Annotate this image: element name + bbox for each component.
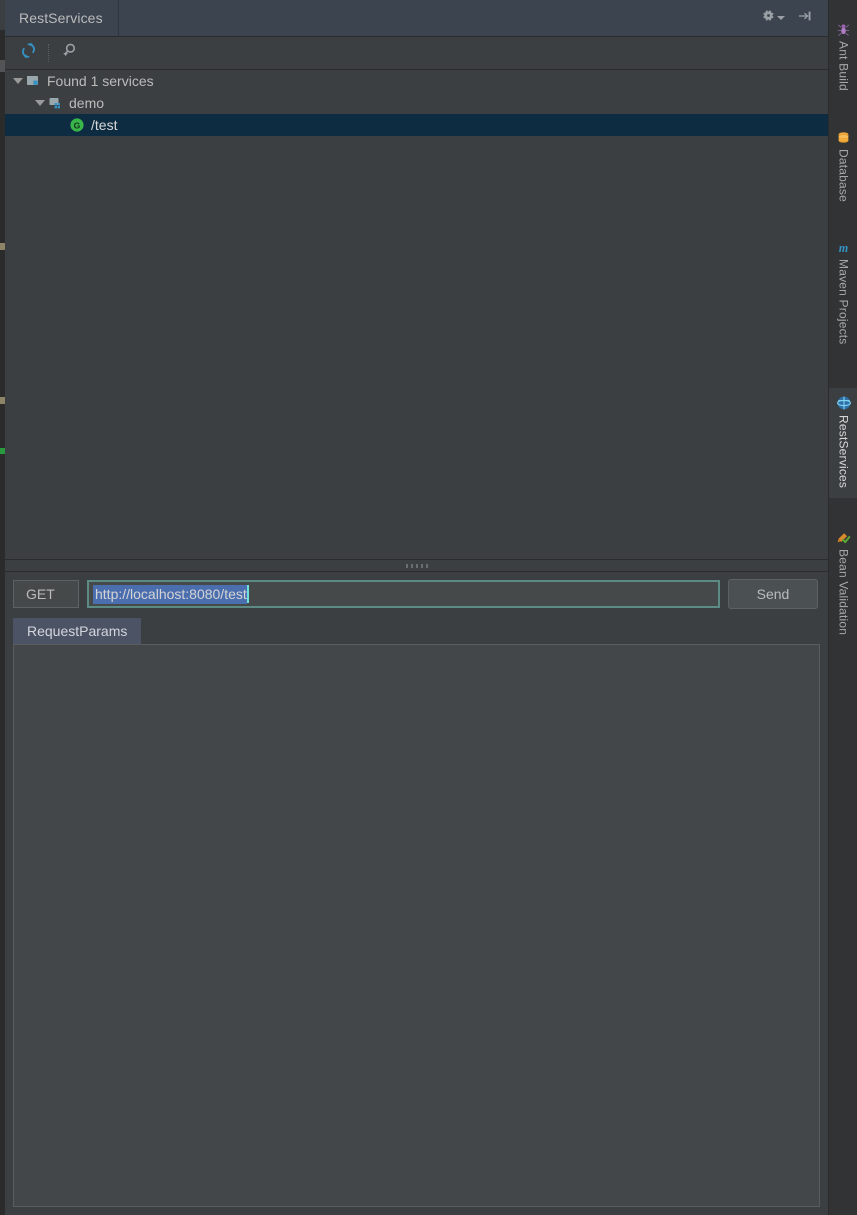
tree-node-endpoint-test[interactable]: G /test [5,114,828,136]
tree-request-splitter[interactable] [5,560,828,572]
tree-toolbar [5,37,828,70]
url-input-value: http://localhost:8080/test [93,584,247,604]
tree-node-root[interactable]: Found 1 services [5,70,828,92]
send-button-label: Send [756,586,790,602]
splitter-handle [405,564,428,568]
http-method-value: GET [26,586,55,602]
tree-expand-arrow[interactable] [33,100,47,106]
header-actions [760,0,828,36]
tab-request-params-label: RequestParams [27,623,128,639]
stripe-item-label: Bean Validation [836,549,851,636]
module-group-icon [25,73,41,89]
stripe-item-rest-services[interactable]: RestServices [829,388,857,499]
svg-text:m: m [839,240,848,254]
send-button[interactable]: Send [728,579,818,609]
url-input[interactable]: http://localhost:8080/test [87,580,720,608]
bean-validation-icon [836,529,852,545]
tool-window-stripe-right: Ant Build Database m Maven Projects Rest… [828,0,857,1215]
tab-request-params[interactable]: RequestParams [13,618,142,644]
header-divider [117,0,119,37]
maven-icon: m [836,239,852,255]
request-bar: GET http://localhost:8080/test Send [5,572,828,616]
text-caret [246,585,249,603]
stripe-item-label: Maven Projects [836,259,851,345]
chevron-down-icon [777,16,785,20]
ant-icon [836,21,852,37]
settings-button[interactable] [760,5,786,31]
gear-icon [761,8,776,28]
refresh-button[interactable] [13,40,43,66]
module-icon [47,95,63,111]
svg-text:G: G [74,120,81,130]
stripe-item-ant-build[interactable]: Ant Build [829,14,857,101]
hide-tool-window-icon [797,8,813,29]
request-tabs: RequestParams [5,616,828,644]
find-button[interactable] [54,40,84,66]
tree-node-module-demo[interactable]: demo [5,92,828,114]
restservices-icon [836,395,852,411]
rest-services-tool-window: RestServices Found 1 services demo G /te… [0,0,857,1215]
tool-window-header: RestServices [5,0,828,37]
tree-node-label: /test [91,117,118,133]
stripe-item-label: RestServices [836,415,851,489]
stripe-item-maven-projects[interactable]: m Maven Projects [829,232,857,355]
page-title: RestServices [19,10,103,26]
stripe-item-database[interactable]: Database [829,122,857,212]
request-params-panel[interactable] [13,644,820,1207]
toolbar-separator [48,44,49,62]
stripe-item-label: Ant Build [836,41,851,91]
tree-expand-arrow[interactable] [11,78,25,84]
stripe-item-bean-validation[interactable]: Bean Validation [829,522,857,645]
database-icon [836,129,852,145]
tree-node-label: demo [69,95,105,111]
hide-tool-window-button[interactable] [792,5,818,31]
sliver-segment-top [0,0,5,30]
get-method-icon: G [69,117,85,133]
tree-node-label: Found 1 services [47,73,154,89]
tool-window-main-column: RestServices Found 1 services demo G /te… [5,0,828,1215]
http-method-select[interactable]: GET [13,580,79,608]
services-tree[interactable]: Found 1 services demo G /test [5,70,828,560]
stripe-item-label: Database [836,149,851,202]
refresh-icon [19,41,38,65]
search-icon [60,41,79,65]
